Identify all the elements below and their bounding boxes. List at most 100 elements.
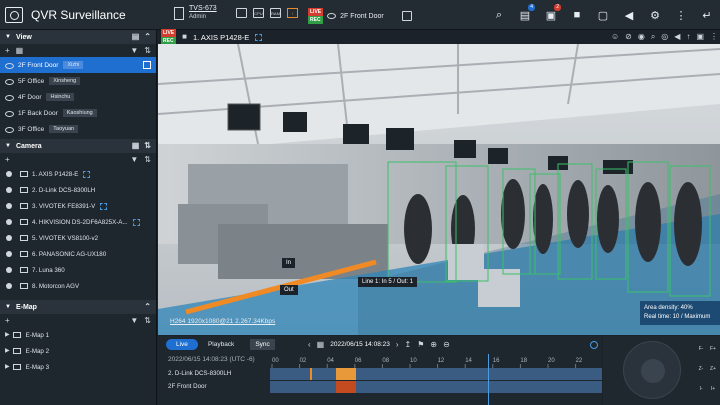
alert-button[interactable]: ▣ 2 xyxy=(538,0,564,30)
mic-icon[interactable]: ↑ xyxy=(686,33,690,41)
camera-item[interactable]: 2. D-Link DCS-8300LH xyxy=(0,182,156,198)
layout-icon[interactable]: ▤ xyxy=(132,33,140,41)
emap-section-header[interactable]: ▼ E-Map ⌃ xyxy=(0,300,156,314)
more-button[interactable]: ⋮ xyxy=(668,0,694,30)
date-picker[interactable]: ‹ ▦ 2022/06/15 14:08:23 › ↥ ⚑ ⊕ ⊖ xyxy=(308,340,450,349)
zoom-plus-button[interactable]: Z+ xyxy=(707,364,719,374)
warning-icon[interactable]: ! xyxy=(287,8,298,18)
chevron-right-icon[interactable]: › xyxy=(396,340,399,349)
view-item[interactable]: 2F Front Door Xizhi xyxy=(0,57,156,73)
video-title: 1. AXIS P1428-E xyxy=(192,32,250,42)
chevron-up-icon[interactable]: ⌃ xyxy=(144,33,151,41)
sync-button[interactable]: Sync xyxy=(250,339,275,350)
recording-bar[interactable] xyxy=(270,368,602,380)
focus-minus-button[interactable]: F- xyxy=(695,344,707,354)
sort-icon[interactable]: ⇅ xyxy=(144,316,151,325)
notification-button[interactable]: ▤ 4 xyxy=(512,0,538,30)
camera-item[interactable]: 7. Luna 360 xyxy=(0,262,156,278)
sort-icon[interactable]: ⇅ xyxy=(144,142,151,150)
expand-icon[interactable]: ▶ xyxy=(5,331,10,339)
video-frame[interactable]: In Out Line 1: In 5 / Out: 1 H264 1920x1… xyxy=(158,44,720,335)
current-view-label[interactable]: 2F Front Door xyxy=(327,12,384,20)
eye-icon xyxy=(5,127,14,133)
tab-playback[interactable]: Playback xyxy=(198,339,244,350)
sort-icon[interactable]: ⇅ xyxy=(144,155,151,164)
grid-icon[interactable]: ▦ xyxy=(16,46,24,55)
camera-item[interactable]: 1. AXIS P1428-E xyxy=(0,166,156,182)
focus-plus-button[interactable]: F+ xyxy=(707,344,719,354)
more-icon[interactable]: ⋮ xyxy=(710,33,718,41)
manual-record-icon[interactable]: ◉ xyxy=(638,33,645,41)
filter-icon[interactable]: ▼ xyxy=(130,316,138,325)
collapse-icon[interactable]: ▼ xyxy=(5,143,11,149)
emap-item[interactable]: ▶ E-Map 2 xyxy=(0,343,156,359)
iris-plus-button[interactable]: I+ xyxy=(707,384,719,394)
logout-button[interactable]: ↵ xyxy=(694,0,720,30)
volume-button[interactable]: ◀ xyxy=(616,0,642,30)
server-info[interactable]: TVS-673 Admin xyxy=(174,5,217,20)
camera-item[interactable]: 8. Motorcon AGV xyxy=(0,278,156,294)
calendar-icon[interactable]: ▦ xyxy=(317,340,325,349)
sort-icon[interactable]: ⇅ xyxy=(144,46,151,55)
bookmark-icon[interactable]: ⚑ xyxy=(417,340,424,349)
ram-icon[interactable]: RAM xyxy=(270,8,281,18)
tab-live[interactable]: Live xyxy=(166,339,198,350)
person-icon[interactable]: ☺ xyxy=(611,33,619,41)
search-button[interactable]: ⌕ xyxy=(486,0,512,30)
emap-item[interactable]: ▶ E-Map 1 xyxy=(0,327,156,343)
camera-item[interactable]: 4. HIKVISION DS-2DF6A825X-A... xyxy=(0,214,156,230)
settings-button[interactable]: ⚙ xyxy=(642,0,668,30)
expand-icon[interactable]: ▶ xyxy=(5,347,10,355)
record-icon[interactable]: ◎ xyxy=(661,33,668,41)
camera-item[interactable]: 6. PANASONIC AG-UX180 xyxy=(0,246,156,262)
cpu-icon[interactable]: CPU xyxy=(253,8,264,18)
snapshot-icon[interactable]: ▣ xyxy=(696,33,704,41)
view-item[interactable]: 4F Door Hsinchu xyxy=(0,89,156,105)
chevron-up-icon[interactable]: ⌃ xyxy=(144,303,151,311)
zoom-minus-button[interactable]: Z- xyxy=(695,364,707,374)
view-item[interactable]: 3F Office Taoyuan xyxy=(0,121,156,137)
add-icon[interactable]: + xyxy=(5,46,10,55)
iris-minus-button[interactable]: I- xyxy=(695,384,707,394)
toolbar-right: ⌕ ▤ 4 ▣ 2 ■ ▢ ◀ ⚙ ⋮ ↵ xyxy=(486,0,720,30)
server-name[interactable]: TVS-673 xyxy=(189,5,217,12)
view-item[interactable]: 1F Back Door Kaoshiung xyxy=(0,105,156,121)
add-icon[interactable]: + xyxy=(5,155,10,164)
video-tools: ☺ ⊘ ◉ ⌕ ◎ ◀ ↑ ▣ ⋮ xyxy=(611,33,718,41)
filter-icon[interactable]: ▼ xyxy=(130,46,138,55)
view-section-header[interactable]: ▼ View ▤ ⌃ xyxy=(0,30,156,44)
camera-item[interactable]: 5. VIVOTEK VS8100-v2 xyxy=(0,230,156,246)
camera-section-header[interactable]: ▼ Camera ▦ ⇅ xyxy=(0,139,156,153)
timezone-icon[interactable] xyxy=(590,340,598,349)
view-item[interactable]: 5F Office Xinsheng xyxy=(0,73,156,89)
playhead[interactable] xyxy=(488,354,489,405)
emap-item[interactable]: ▶ E-Map 3 xyxy=(0,359,156,375)
camera-item[interactable]: 3. VIVOTEK FE8391-V xyxy=(0,198,156,214)
ptz-joystick[interactable] xyxy=(623,341,681,399)
video-channel[interactable]: LIVE REC ■ 1. AXIS P1428-E ☺ ⊘ ◉ ⌕ ◎ ◀ ↑… xyxy=(158,29,720,335)
ptz-home-button[interactable] xyxy=(641,359,665,383)
no-detect-icon[interactable]: ⊘ xyxy=(625,33,632,41)
chevron-left-icon[interactable]: ‹ xyxy=(308,340,311,349)
expand-icon[interactable]: ▶ xyxy=(5,363,10,371)
fullscreen-button[interactable]: ▢ xyxy=(590,0,616,30)
recording-bar[interactable] xyxy=(270,381,602,393)
snapshot-button[interactable]: ■ xyxy=(564,0,590,30)
status-dot-icon xyxy=(6,171,12,177)
timeline-row-camera[interactable]: 2. D-Link DCS-8300LH xyxy=(158,368,602,380)
monitor-icon[interactable] xyxy=(236,8,247,18)
save-icon[interactable] xyxy=(143,61,151,69)
add-icon[interactable]: + xyxy=(5,316,10,325)
zoom-out-icon[interactable]: ⊖ xyxy=(443,340,450,349)
save-view-icon[interactable] xyxy=(401,11,412,21)
export-icon[interactable]: ↥ xyxy=(405,340,412,349)
audio-icon[interactable]: ◀ xyxy=(674,33,680,41)
collapse-icon[interactable]: ▼ xyxy=(5,34,11,40)
zoom-in-icon[interactable]: ⊕ xyxy=(430,340,437,349)
timeline-row-view[interactable]: 2F Front Door xyxy=(158,381,602,393)
filter-icon[interactable]: ▼ xyxy=(130,155,138,164)
layout-icon[interactable]: ▦ xyxy=(132,142,140,150)
zoom-icon[interactable]: ⌕ xyxy=(651,33,655,41)
current-view-selector[interactable]: LIVE REC 2F Front Door xyxy=(308,8,412,24)
collapse-icon[interactable]: ▼ xyxy=(5,304,11,310)
